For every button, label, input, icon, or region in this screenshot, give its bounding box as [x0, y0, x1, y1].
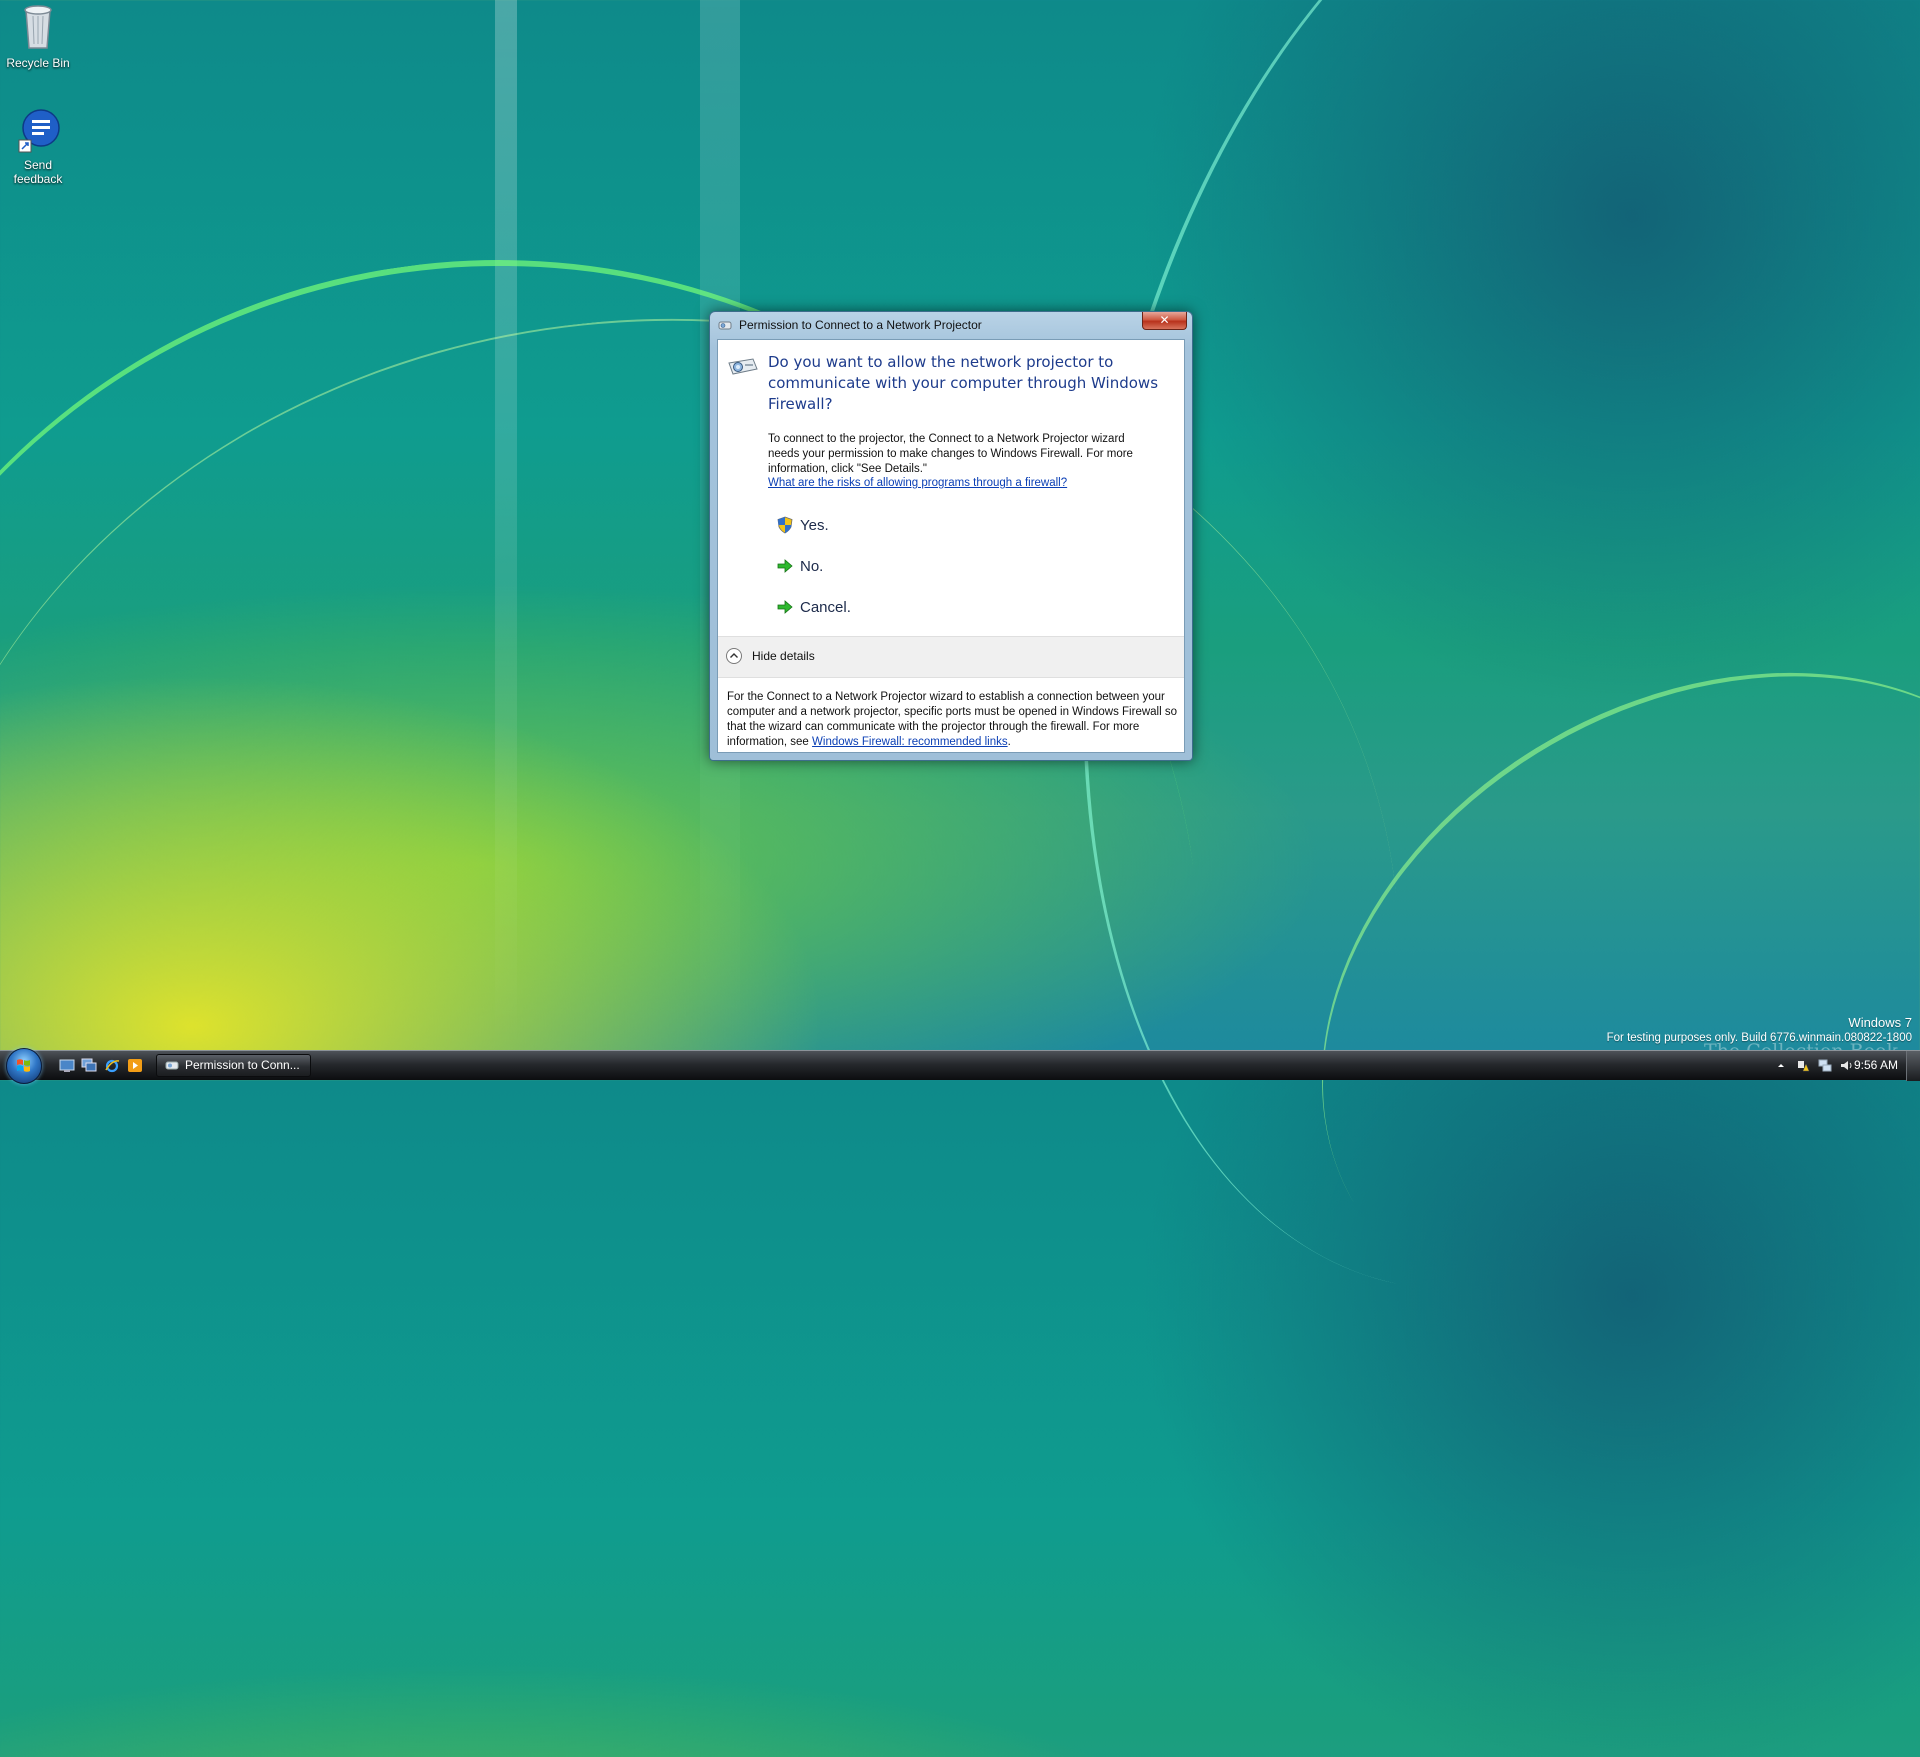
content-text: To connect to the projector, the Connect… [768, 433, 1133, 475]
dialog-title-bar[interactable]: Permission to Connect to a Network Proje… [710, 312, 1192, 338]
details-text: For the Connect to a Network Projector w… [727, 690, 1182, 750]
green-arrow-icon [777, 559, 793, 573]
media-player-icon[interactable] [127, 1058, 143, 1073]
send-feedback-icon [18, 109, 60, 153]
recycle-bin-icon [24, 5, 52, 49]
taskbar-clock[interactable]: 9:56 AM [1854, 1058, 1898, 1072]
network-projector-icon [728, 358, 758, 375]
action-center-icon[interactable] [1796, 1059, 1810, 1072]
close-button[interactable]: ✕ [1142, 312, 1187, 330]
cancel-label: Cancel. [800, 598, 851, 616]
network-projector-icon [718, 321, 732, 330]
dialog-title: Permission to Connect to a Network Proje… [739, 318, 982, 332]
details-end: . [1007, 736, 1011, 748]
show-desktop-icon[interactable] [59, 1058, 75, 1073]
desktop-icon-recycle-bin[interactable]: Recycle Bin [0, 2, 76, 70]
taskbar: Permission to Conn... 9:56 AM [0, 1048, 1920, 1084]
hide-details-toggle[interactable]: Hide details [752, 649, 815, 663]
network-icon[interactable] [1818, 1059, 1832, 1072]
main-instruction: Do you want to allow the network project… [768, 353, 1159, 413]
cancel-command-link[interactable]: Cancel. [774, 594, 851, 620]
no-command-link[interactable]: No. [774, 553, 823, 579]
internet-explorer-icon[interactable] [104, 1058, 120, 1073]
collapse-details-button[interactable] [726, 648, 742, 664]
firewall-risks-link[interactable]: What are the risks of allowing programs … [768, 477, 1067, 489]
yes-command-link[interactable]: Yes. [774, 512, 829, 538]
uac-shield-icon [777, 516, 793, 534]
close-icon: ✕ [1159, 313, 1170, 327]
start-button[interactable] [6, 1048, 42, 1084]
no-label: No. [800, 557, 824, 575]
yes-label: Yes. [800, 516, 829, 534]
network-projector-icon [165, 1061, 179, 1070]
build-watermark-title: Windows 7 [1848, 1015, 1912, 1030]
details-bar: Hide details [718, 636, 1184, 678]
chevron-up-icon [730, 653, 738, 658]
show-desktop-button[interactable] [1906, 1051, 1920, 1081]
volume-icon[interactable] [1840, 1059, 1854, 1072]
wallpaper-wave [1202, 540, 1920, 1465]
green-arrow-icon [777, 600, 793, 614]
show-hidden-icons-icon[interactable] [1774, 1059, 1788, 1072]
switch-windows-icon[interactable] [81, 1058, 97, 1073]
taskbar-button-permission-dialog[interactable]: Permission to Conn... [156, 1054, 311, 1077]
desktop-icon-label: Recycle Bin [6, 56, 70, 70]
desktop-icon-label: Send feedback [13, 158, 63, 186]
recommended-links-link[interactable]: Windows Firewall: recommended links [812, 736, 1008, 748]
firewall-permission-dialog: Permission to Connect to a Network Proje… [709, 311, 1193, 761]
desktop-icon-send-feedback[interactable]: Send feedback [0, 108, 76, 186]
wallpaper-light-beam [495, 0, 517, 1050]
dialog-content-area: Do you want to allow the network project… [717, 339, 1185, 753]
windows-logo-icon [17, 1059, 30, 1072]
taskbar-button-label: Permission to Conn... [185, 1058, 300, 1072]
